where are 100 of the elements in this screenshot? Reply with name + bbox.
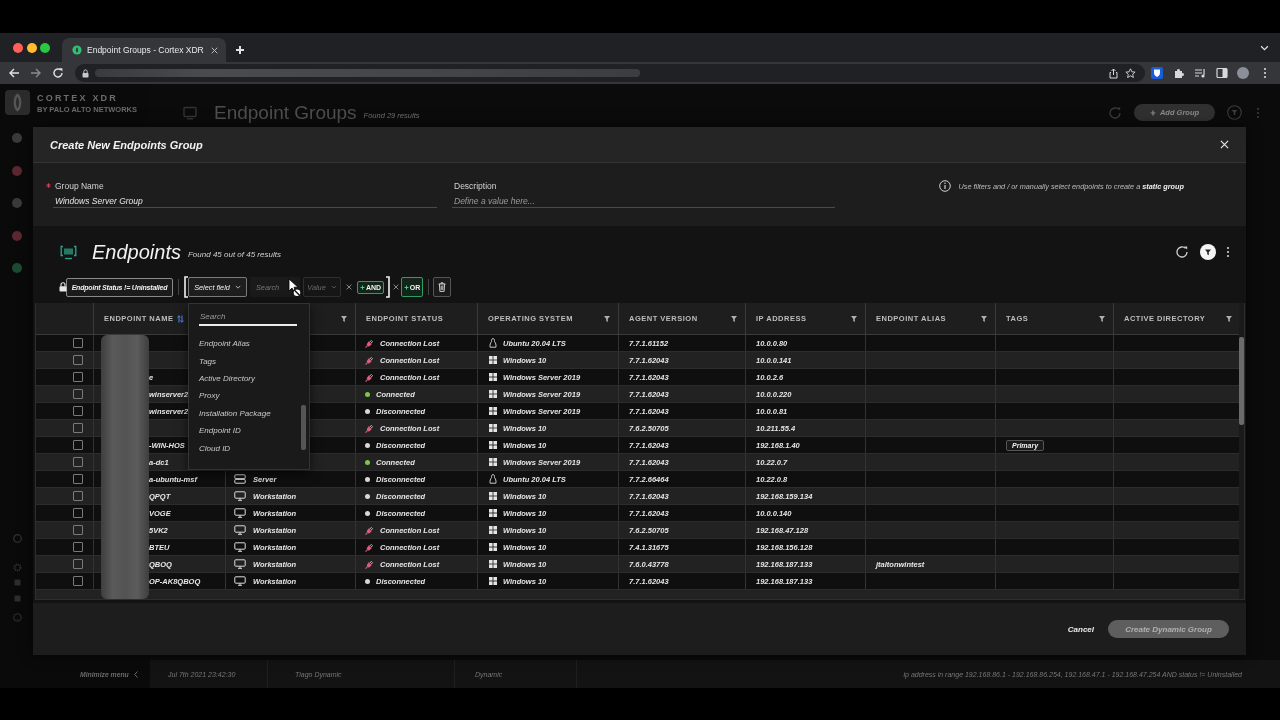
filter-icon[interactable] xyxy=(981,315,987,322)
nav-dot-icon[interactable] xyxy=(12,133,22,143)
remove-icon[interactable] xyxy=(346,284,352,290)
shield-icon[interactable] xyxy=(1151,67,1163,79)
field-label: Group Name xyxy=(54,180,104,191)
cancel-button[interactable]: Cancel xyxy=(1067,624,1094,634)
row-checkbox[interactable] xyxy=(73,355,83,365)
chevron-left-icon xyxy=(133,670,138,678)
close-icon[interactable] xyxy=(1220,140,1229,149)
status-dot-icon xyxy=(365,391,370,397)
menu-item[interactable]: Active Directory xyxy=(189,369,309,388)
status-dot-icon xyxy=(365,578,370,584)
chevron-down-icon xyxy=(330,285,337,289)
windows-logo-icon xyxy=(489,390,497,398)
windows-logo-icon xyxy=(489,407,497,415)
delete-button[interactable] xyxy=(433,277,451,297)
windows-logo-icon xyxy=(489,560,497,568)
back-arrow-icon[interactable] xyxy=(8,67,20,79)
unplugged-icon xyxy=(365,525,374,535)
windows-logo-icon xyxy=(489,492,497,500)
filter-icon[interactable] xyxy=(1099,315,1105,322)
result-count: Found 45 out of 45 results xyxy=(187,250,281,259)
plus-icon xyxy=(1149,109,1156,116)
remove-icon[interactable] xyxy=(393,284,399,290)
share-icon[interactable] xyxy=(1108,67,1119,79)
brand-name: CORTEX XDR xyxy=(37,93,119,103)
nav-dot-icon[interactable] xyxy=(12,165,22,176)
reload-icon[interactable] xyxy=(52,67,64,79)
row-checkbox[interactable] xyxy=(73,491,83,501)
row-checkbox[interactable] xyxy=(73,406,83,416)
nav-dot-icon[interactable] xyxy=(12,230,22,241)
menu-search-field[interactable]: Search xyxy=(199,309,297,326)
status-dot-icon xyxy=(365,442,370,448)
filter-icon[interactable] xyxy=(851,315,857,322)
filter-icon[interactable] xyxy=(731,315,737,322)
forward-arrow-icon[interactable] xyxy=(30,67,42,79)
row-checkbox[interactable] xyxy=(73,389,83,399)
not-allowed-cursor-icon xyxy=(288,278,302,298)
row-checkbox[interactable] xyxy=(73,508,83,518)
trash-icon xyxy=(438,282,446,292)
filter-icon[interactable] xyxy=(604,315,610,322)
logo-icon xyxy=(72,45,82,55)
group-name-field[interactable]: Windows Server Group xyxy=(53,194,437,208)
row-checkbox[interactable] xyxy=(73,457,83,467)
description-field[interactable]: Define a value here... xyxy=(452,194,835,208)
scrollbar[interactable] xyxy=(1239,303,1244,599)
lock-icon xyxy=(82,68,89,78)
section-title: Endpoints xyxy=(92,240,181,264)
status-dot-icon xyxy=(365,408,370,414)
star-icon[interactable] xyxy=(1125,67,1136,79)
filter-icon[interactable] xyxy=(1200,244,1216,260)
row-checkbox[interactable] xyxy=(73,576,83,586)
status-dot-icon xyxy=(365,493,370,499)
row-checkbox[interactable] xyxy=(73,542,83,552)
row-checkbox[interactable] xyxy=(73,372,83,382)
maximize-window-icon[interactable] xyxy=(40,42,50,53)
bracket-icon xyxy=(184,276,188,298)
windows-logo-icon xyxy=(489,458,497,466)
menu-item[interactable]: Cloud ID xyxy=(189,439,309,457)
menu-scrollbar[interactable] xyxy=(301,405,306,450)
row-checkbox[interactable] xyxy=(73,525,83,535)
menu-item[interactable]: Endpoint ID xyxy=(189,421,309,440)
status-dot-icon xyxy=(365,476,370,482)
avatar-icon[interactable] xyxy=(1237,67,1249,79)
menu-item[interactable]: Proxy xyxy=(189,387,309,405)
plus-icon xyxy=(403,284,409,290)
menu-item[interactable]: Tags xyxy=(189,352,309,370)
row-checkbox[interactable] xyxy=(73,474,83,484)
puzzle-icon[interactable] xyxy=(1172,67,1185,79)
playlist-icon[interactable] xyxy=(1194,67,1206,79)
windows-logo-icon xyxy=(489,356,497,364)
row-checkbox[interactable] xyxy=(73,338,83,348)
monitor-icon xyxy=(234,508,246,518)
unplugged-icon xyxy=(365,372,374,382)
dialog-title: Create New Endpoints Group xyxy=(50,138,203,151)
sort-icon[interactable] xyxy=(177,314,185,323)
windows-logo-icon xyxy=(489,526,497,534)
nav-dot-icon[interactable] xyxy=(12,263,22,273)
chevron-down-icon xyxy=(234,285,241,289)
windows-logo-icon xyxy=(489,424,497,432)
more-icon[interactable] xyxy=(1226,246,1230,258)
monitor-icon xyxy=(183,105,197,120)
menu-item[interactable]: Installation Package xyxy=(189,404,309,422)
unplugged-icon xyxy=(365,559,374,569)
minimize-window-icon[interactable] xyxy=(26,42,37,53)
close-window-icon[interactable] xyxy=(13,42,23,53)
filter-icon[interactable] xyxy=(1226,315,1232,322)
row-checkbox[interactable] xyxy=(73,559,83,569)
row-checkbox[interactable] xyxy=(73,423,83,433)
nav-dot-icon[interactable] xyxy=(12,198,22,208)
filter-icon[interactable] xyxy=(341,315,347,322)
menu-item[interactable]: Endpoint Alias xyxy=(189,335,309,353)
browser-tab[interactable]: Endpoint Groups - Cortex XDR xyxy=(62,38,226,62)
side-panel-icon[interactable] xyxy=(1215,67,1228,79)
chevron-down-icon xyxy=(1260,45,1269,51)
row-checkbox[interactable] xyxy=(73,440,83,450)
close-tab-icon[interactable] xyxy=(211,46,218,54)
monitor-icon xyxy=(234,525,246,535)
plus-icon xyxy=(235,45,245,55)
status-dot-icon xyxy=(365,510,370,516)
